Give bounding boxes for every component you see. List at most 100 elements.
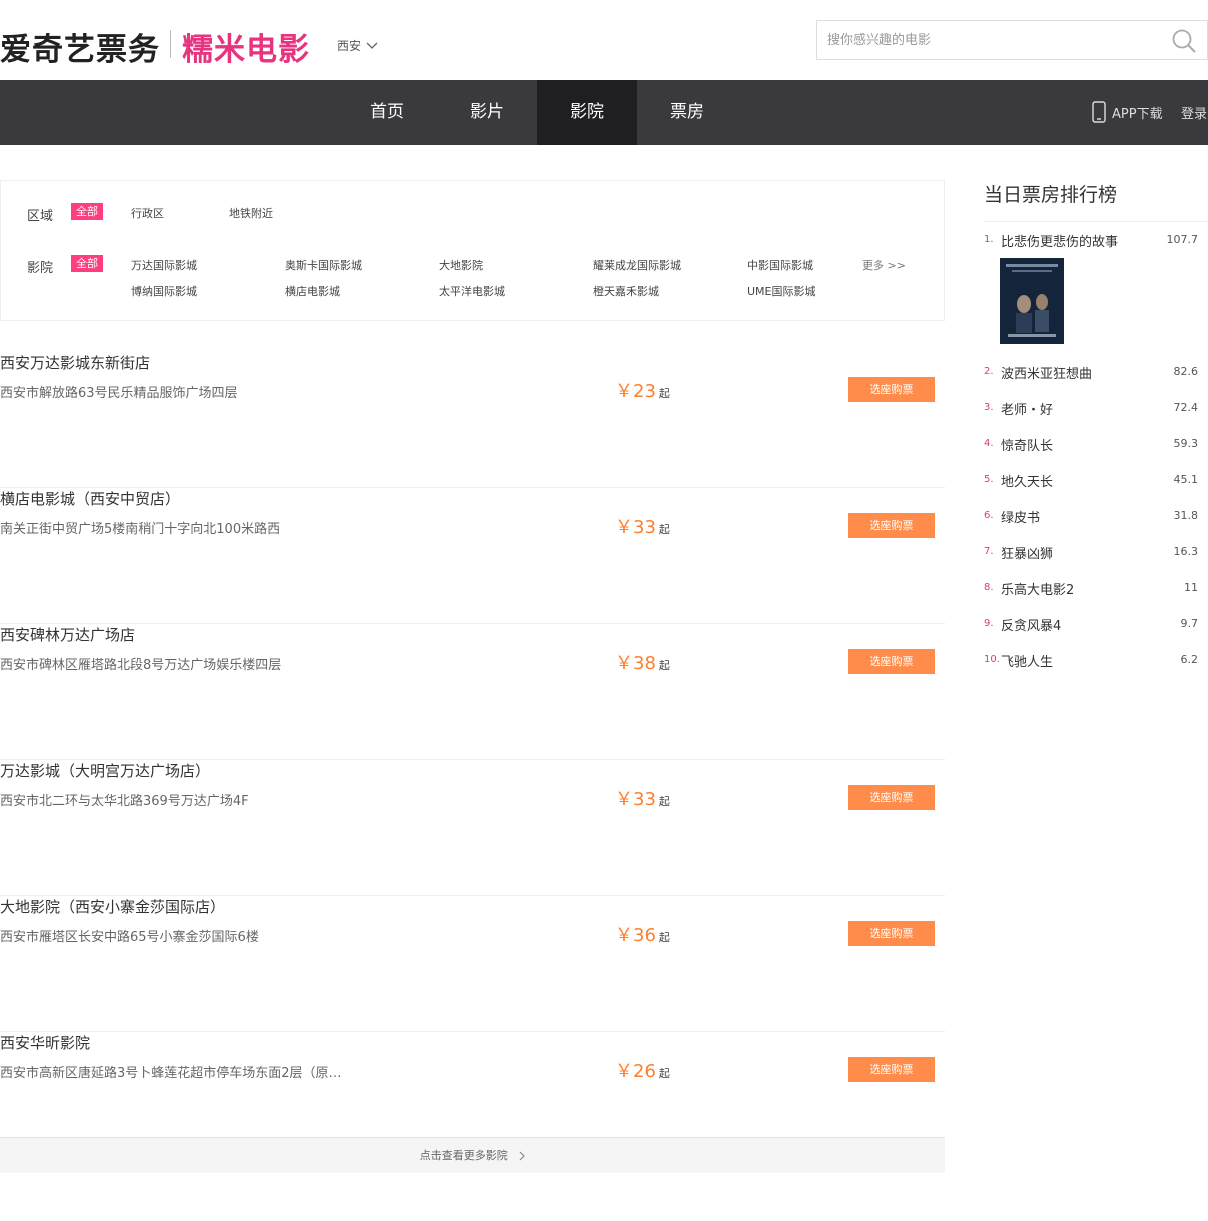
buy-ticket-button[interactable]: 选座购票: [848, 785, 935, 810]
rank-box-office: 9.7: [1180, 617, 1199, 630]
cinema-name[interactable]: 横店电影城（西安中贸店）: [0, 488, 180, 509]
rank-item[interactable]: 6. 绿皮书 31.8: [984, 507, 1198, 527]
buy-ticket-button[interactable]: 选座购票: [848, 377, 935, 402]
cinema-name[interactable]: 大地影院（西安小寨金莎国际店）: [0, 896, 225, 917]
cinema-price: ￥36 起: [615, 921, 670, 947]
area-all-tag[interactable]: 全部: [71, 203, 103, 220]
load-more-cinemas-button[interactable]: 点击查看更多影院: [0, 1137, 945, 1173]
rank-movie-name: 地久天长: [1001, 475, 1054, 490]
iqiyi-ticket-logo[interactable]: 爱奇艺票务: [0, 24, 160, 69]
rank-number: 2.: [984, 366, 994, 377]
area-label: 区域: [27, 209, 54, 224]
cinema-option[interactable]: 太平洋电影城: [439, 283, 505, 299]
cinema-all-tag[interactable]: 全部: [71, 255, 103, 272]
cinema-option[interactable]: 横店电影城: [285, 283, 340, 299]
logo-divider: [170, 30, 171, 58]
header: 爱奇艺票务 糯米电影 西安: [0, 0, 1208, 80]
price-value: ￥23: [615, 381, 656, 402]
cinema-filter: 区域 全部 行政区 地铁附近 影院 全部 万达国际影城 奥斯卡国际影城 大地影院…: [0, 180, 945, 321]
chevron-down-icon: [366, 42, 378, 49]
box-office-title: 当日票房排行榜: [984, 184, 1118, 206]
price-value: ￥33: [615, 789, 656, 810]
search-box: [816, 20, 1208, 60]
rank-movie-name: 飞驰人生: [1001, 655, 1054, 670]
price-suffix: 起: [658, 659, 670, 672]
price-value: ￥26: [615, 1061, 656, 1082]
rank-item[interactable]: 2. 波西米亚狂想曲 82.6: [984, 363, 1198, 383]
cinema-address: 西安市碑林区雁塔路北段8号万达广场娱乐楼四层: [0, 658, 282, 673]
cinema-item: 万达影城（大明宫万达广场店） 西安市北二环与太华北路369号万达广场4F ￥33…: [0, 760, 945, 896]
poster-image: [1000, 258, 1064, 344]
buy-ticket-button[interactable]: 选座购票: [848, 921, 935, 946]
phone-icon: [1092, 101, 1106, 123]
cinema-option[interactable]: 橙天嘉禾影城: [593, 283, 659, 299]
rank-item[interactable]: 3. 老师・好 72.4: [984, 399, 1198, 419]
cinema-option[interactable]: 中影国际影城: [747, 257, 813, 273]
rank-item[interactable]: 10. 飞驰人生 6.2: [984, 651, 1198, 671]
buy-ticket-button[interactable]: 选座购票: [848, 649, 935, 674]
cinema-price: ￥33 起: [615, 513, 670, 539]
buy-ticket-button[interactable]: 选座购票: [848, 1057, 935, 1082]
divider: [984, 221, 1208, 222]
area-option-metro[interactable]: 地铁附近: [229, 205, 273, 221]
rank-number: 6.: [984, 510, 994, 521]
price-suffix: 起: [658, 931, 670, 944]
cinema-option[interactable]: 大地影院: [439, 257, 483, 273]
nav-home[interactable]: 首页: [337, 80, 437, 145]
rank-item[interactable]: 9. 反贪风暴4 9.7: [984, 615, 1198, 635]
more-cinemas-filter-link[interactable]: 更多 >>: [862, 257, 906, 273]
buy-ticket-button[interactable]: 选座购票: [848, 513, 935, 538]
cinema-name[interactable]: 西安碑林万达广场店: [0, 624, 135, 645]
cinema-name[interactable]: 西安华昕影院: [0, 1032, 90, 1053]
cinema-address: 南关正街中贸广场5楼南稍门十字向北100米路西: [0, 522, 281, 537]
price-value: ￥36: [615, 925, 656, 946]
nuomi-movie-logo[interactable]: 糯米电影: [182, 24, 310, 69]
cinema-option[interactable]: 耀莱成龙国际影城: [593, 257, 681, 273]
rank-movie-name: 绿皮书: [1001, 511, 1041, 526]
cinema-price: ￥33 起: [615, 785, 670, 811]
rank-box-office: 59.3: [1173, 437, 1199, 450]
cinema-name[interactable]: 西安万达影城东新街店: [0, 352, 150, 373]
cinema-price: ￥26 起: [615, 1057, 670, 1083]
rank-movie-name: 比悲伤更悲伤的故事: [1001, 235, 1119, 250]
rank-box-office: 107.7: [1166, 233, 1199, 246]
price-suffix: 起: [658, 1067, 670, 1080]
rank-movie-name: 狂暴凶狮: [1001, 547, 1054, 562]
rank-movie-name: 反贪风暴4: [1001, 619, 1062, 634]
search-icon[interactable]: [1171, 28, 1197, 54]
rank-item[interactable]: 5. 地久天长 45.1: [984, 471, 1198, 491]
cinema-item: 横店电影城（西安中贸店） 南关正街中贸广场5楼南稍门十字向北100米路西 ￥33…: [0, 488, 945, 624]
search-input[interactable]: [817, 21, 1157, 59]
rank-item[interactable]: 4. 惊奇队长 59.3: [984, 435, 1198, 455]
rank-number: 8.: [984, 582, 994, 593]
chevron-right-icon: [519, 1151, 526, 1161]
movie-poster[interactable]: [1000, 258, 1064, 344]
rank-number: 5.: [984, 474, 994, 485]
cinema-item: 大地影院（西安小寨金莎国际店） 西安市雁塔区长安中路65号小寨金莎国际6楼 ￥3…: [0, 896, 945, 1032]
cinema-option[interactable]: UME国际影城: [747, 283, 816, 299]
nav-cinemas[interactable]: 影院: [537, 80, 637, 145]
rank-movie-name: 乐高大电影2: [1001, 583, 1075, 598]
nav-movies[interactable]: 影片: [437, 80, 537, 145]
area-option-district[interactable]: 行政区: [131, 205, 164, 221]
rank-movie-name: 老师・好: [1001, 403, 1054, 418]
rank-item[interactable]: 1. 比悲伤更悲伤的故事 107.7: [984, 231, 1198, 251]
app-download-link[interactable]: APP下载: [1092, 101, 1163, 123]
cinema-option[interactable]: 奥斯卡国际影城: [285, 257, 362, 273]
rank-item[interactable]: 7. 狂暴凶狮 16.3: [984, 543, 1198, 563]
nav-box-office[interactable]: 票房: [637, 80, 737, 145]
cinema-name[interactable]: 万达影城（大明宫万达广场店）: [0, 760, 210, 781]
rank-box-office: 31.8: [1173, 509, 1199, 522]
cinema-address: 西安市北二环与太华北路369号万达广场4F: [0, 794, 249, 809]
login-link[interactable]: 登录: [1181, 103, 1207, 122]
city-selector[interactable]: 西安: [337, 37, 378, 54]
rank-movie-name: 惊奇队长: [1001, 439, 1054, 454]
rank-box-office: 72.4: [1173, 401, 1199, 414]
cinema-option[interactable]: 博纳国际影城: [131, 283, 197, 299]
rank-box-office: 82.6: [1173, 365, 1199, 378]
cinema-item: 西安万达影城东新街店 西安市解放路63号民乐精品服饰广场四层 ￥23 起 选座购票: [0, 352, 945, 488]
rank-number: 7.: [984, 546, 994, 557]
cinema-price: ￥23 起: [615, 377, 670, 403]
rank-item[interactable]: 8. 乐高大电影2 11: [984, 579, 1198, 599]
cinema-option[interactable]: 万达国际影城: [131, 257, 197, 273]
